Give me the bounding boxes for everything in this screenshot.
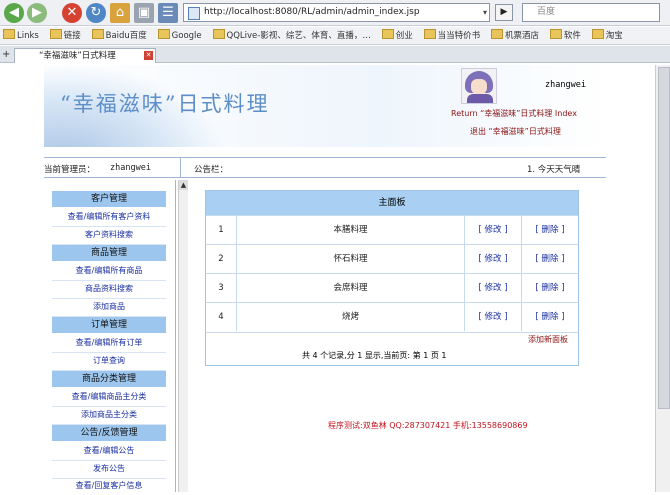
search-placeholder: 百度	[537, 7, 556, 17]
chevron-down-icon[interactable]: ▾	[483, 4, 487, 21]
close-icon[interactable]: ✕	[144, 51, 153, 60]
address-text: http://localhost:8080/RL/admin/admin_ind…	[204, 7, 420, 17]
sidebar-item-order-query[interactable]: 订单查询	[52, 352, 166, 371]
bookmark-item[interactable]: Baidu百度	[89, 27, 147, 44]
table-row: 4 烧烤 [ 修改 ] [ 删除 ]	[206, 302, 578, 333]
row-name: 会席料理	[237, 274, 465, 302]
folder-icon	[423, 29, 436, 39]
sidebar-item-view-customers[interactable]: 查看/编辑所有客户资料	[52, 208, 166, 227]
bookmark-item[interactable]: 软件	[547, 27, 581, 44]
edit-link[interactable]: [ 修改 ]	[465, 274, 522, 302]
new-tab-icon[interactable]: +	[2, 49, 10, 60]
sidebar-section-categories: 商品分类管理	[52, 371, 166, 387]
scrollbar-thumb[interactable]	[658, 67, 670, 409]
pagination: 共 4 个记录,分 1 显示,当前页: 第 1 页 1	[302, 351, 447, 360]
row-index: 4	[206, 303, 237, 331]
bookmark-item[interactable]: 淘宝	[589, 27, 623, 44]
sidebar-item-view-notices[interactable]: 查看/编辑公告	[52, 442, 166, 461]
bookmark-item[interactable]: Google	[155, 27, 202, 44]
page-icon	[188, 7, 200, 20]
address-bar[interactable]: http://localhost:8080/RL/admin/admin_ind…	[183, 3, 490, 22]
sidebar-item-view-categories[interactable]: 查看/编辑商品主分类	[52, 388, 166, 407]
bookmark-item[interactable]: 机票酒店	[488, 27, 539, 44]
site-title: “幸福滋味”日式料理	[60, 92, 270, 116]
sidebar-item-reply-feedback[interactable]: 查看/回复客户信息	[52, 477, 166, 495]
folder-icon	[157, 29, 170, 39]
table-row: 3 会席料理 [ 修改 ] [ 删除 ]	[206, 273, 578, 303]
sidebar-item-view-products[interactable]: 查看/编辑所有商品	[52, 262, 166, 281]
browser-tab[interactable]: “幸福滋味”日式料理 ✕	[14, 48, 156, 63]
folder-icon	[49, 29, 62, 39]
sidebar-section-customer: 客户管理	[52, 191, 166, 207]
stop-icon[interactable]: ✕	[62, 3, 82, 23]
table-row: 2 怀石料理 [ 修改 ] [ 删除 ]	[206, 244, 578, 274]
tab-title: “幸福滋味”日式料理	[39, 51, 116, 61]
add-panel-link[interactable]: 添加新面板	[528, 334, 568, 345]
home-icon[interactable]: ⌂	[110, 3, 130, 23]
delete-link[interactable]: [ 删除 ]	[522, 303, 578, 331]
search-input[interactable]: 百度	[522, 3, 660, 22]
bookmark-item[interactable]: 当当特价书	[421, 27, 480, 44]
history-icon[interactable]: ☰	[158, 3, 178, 23]
folder-icon	[212, 29, 225, 39]
back-arrow-icon[interactable]: ◀	[4, 3, 24, 23]
edit-link[interactable]: [ 修改 ]	[465, 245, 522, 273]
notice-marquee: 1. 今天天气晴	[527, 165, 581, 175]
admin-name: zhangwei	[110, 163, 151, 173]
go-button[interactable]: ▶	[495, 4, 513, 21]
avatar	[461, 68, 497, 104]
folder-icon	[591, 29, 604, 39]
return-index-link[interactable]: Return “幸福滋味”日式料理 Index	[451, 108, 577, 119]
folder-icon	[381, 29, 394, 39]
notice-label: 公告栏：	[194, 165, 229, 175]
sidebar-item-view-orders[interactable]: 查看/编辑所有订单	[52, 334, 166, 353]
chevron-up-icon[interactable]: ▲	[179, 180, 188, 190]
folder-icon	[491, 29, 503, 39]
row-name: 本膳料理	[237, 216, 465, 244]
sidebar-section-notices: 公告/反馈管理	[52, 425, 166, 441]
folder-icon	[549, 29, 562, 39]
sidebar-item-search-products[interactable]: 商品资料搜索	[52, 280, 166, 299]
sidebar-section-products: 商品管理	[52, 245, 166, 261]
page-scrollbar[interactable]	[655, 65, 670, 492]
sidebar-scrollbar[interactable]: ▲	[178, 180, 188, 492]
footer-text: 程序测试:双鱼林 QQ:287307421 手机:13558690869	[328, 421, 528, 430]
delete-link[interactable]: [ 删除 ]	[522, 274, 578, 302]
admin-label: 当前管理员：	[44, 165, 96, 175]
row-name: 烧烤	[237, 303, 465, 331]
sidebar-item-add-category[interactable]: 添加商品主分类	[52, 406, 166, 425]
row-name: 怀石料理	[237, 245, 465, 273]
delete-link[interactable]: [ 删除 ]	[522, 216, 578, 244]
sidebar-item-add-product[interactable]: 添加商品	[52, 298, 166, 317]
sidebar-item-search-customers[interactable]: 客户资料搜索	[52, 226, 166, 245]
divider	[180, 157, 181, 178]
forward-arrow-icon[interactable]: ▶	[27, 3, 47, 23]
table-row: 1 本膳料理 [ 修改 ] [ 删除 ]	[206, 215, 578, 245]
refresh-icon[interactable]: ↻	[86, 3, 106, 23]
bookmark-item[interactable]: 链接	[47, 27, 81, 44]
delete-link[interactable]: [ 删除 ]	[522, 245, 578, 273]
bookmark-item[interactable]: 创业	[379, 27, 413, 44]
sidebar-section-orders: 订单管理	[52, 317, 166, 333]
edit-link[interactable]: [ 修改 ]	[465, 303, 522, 331]
row-index: 1	[206, 216, 237, 244]
print-icon[interactable]: ▣	[134, 3, 154, 23]
folder-icon	[3, 29, 15, 39]
bookmark-item[interactable]: Links	[0, 27, 39, 44]
folder-icon	[91, 29, 104, 39]
row-index: 3	[206, 274, 237, 302]
bookmark-item[interactable]: QQLive-影视、综艺、体育、直播，…	[210, 27, 371, 44]
panel-title: 主面板	[206, 191, 578, 215]
bookmarks-bar: Links 链接 Baidu百度 Google QQLive-影视、综艺、体育、…	[0, 27, 670, 45]
edit-link[interactable]: [ 修改 ]	[465, 216, 522, 244]
row-index: 2	[206, 245, 237, 273]
username: zhangwei	[545, 80, 586, 90]
logout-link[interactable]: 退出 “幸福滋味”日式料理	[470, 126, 561, 137]
